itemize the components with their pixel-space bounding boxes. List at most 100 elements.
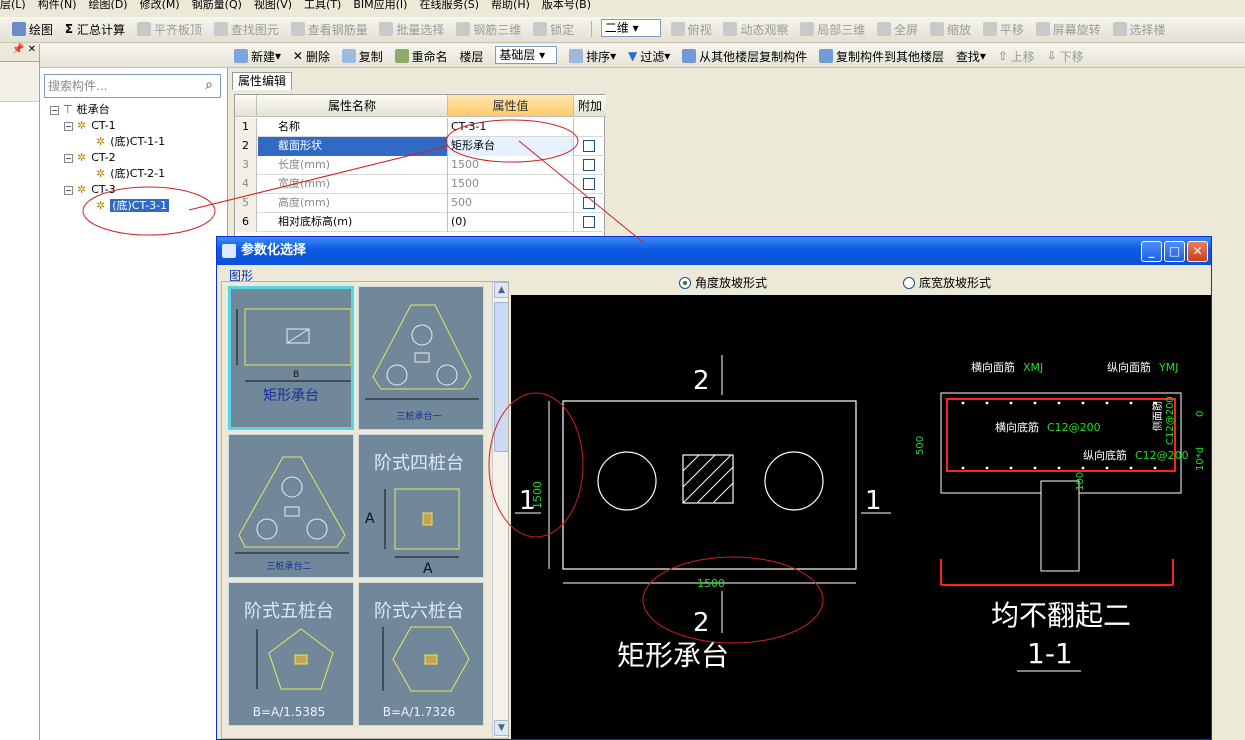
extra-checkbox[interactable] bbox=[583, 140, 595, 152]
copy-to-floor-button[interactable]: 复制构件到其他楼层 bbox=[818, 44, 944, 67]
parametric-select-dialog: 参数化选择 _ □ ✕ 图形 B 矩形承台 三桩承台一 三桩承台二 阶式四桩台 … bbox=[216, 236, 1212, 740]
move-up-button[interactable]: ⇧ 上移 bbox=[998, 44, 1035, 67]
menu-bim[interactable]: BIM应用(I) bbox=[353, 0, 407, 10]
rebar-3d-button[interactable]: 钢筋三维 bbox=[456, 17, 521, 41]
radio-angle-slope[interactable]: 角度放坡形式 bbox=[679, 274, 767, 291]
delete-button[interactable]: ✕ 删除 bbox=[293, 44, 330, 67]
menu-bar: 层(L) 构件(N) 绘图(D) 修改(M) 钢筋量(Q) 视图(V) 工具(T) BIM应用… bbox=[0, 0, 1245, 14]
floor-label: 楼层 bbox=[459, 49, 484, 64]
menu-draw[interactable]: 绘图(D) bbox=[89, 0, 128, 10]
menu-tools[interactable]: 工具(T) bbox=[304, 0, 341, 10]
filter-button[interactable]: ▼ 过滤 ▾ bbox=[628, 44, 670, 67]
label-ymj: YMJ bbox=[1158, 361, 1178, 374]
copy-from-floor-button[interactable]: 从其他楼层复制构件 bbox=[682, 44, 807, 67]
shape-bottom-label: B=A/1.5385 bbox=[252, 705, 326, 719]
extra-checkbox[interactable] bbox=[583, 178, 595, 190]
shape-tile-three-pile-1[interactable]: 三桩承台一 bbox=[358, 286, 484, 430]
flush-button[interactable]: 平齐板顶 bbox=[136, 17, 202, 41]
gear-icon: ✲ bbox=[77, 119, 87, 132]
view-mode-select[interactable]: 二维 ▾ bbox=[600, 19, 661, 37]
sort-button[interactable]: 排序 ▾ bbox=[569, 44, 616, 67]
draw-button[interactable]: 绘图 bbox=[12, 17, 53, 41]
table-row-selected[interactable]: 2 截面形状 矩形承台 bbox=[235, 137, 606, 156]
collapse-icon[interactable]: − bbox=[64, 153, 73, 163]
tree-root[interactable]: − ⊤ 桩承台 bbox=[50, 102, 225, 118]
scroll-down-icon[interactable]: ▼ bbox=[494, 720, 508, 736]
table-row[interactable]: 5 高度(mm) 500 bbox=[235, 194, 606, 213]
table-row[interactable]: 3 长度(mm) 1500 bbox=[235, 156, 606, 175]
tree-child-ct2-1[interactable]: ✲ (底)CT-2-1 bbox=[50, 166, 225, 182]
collapse-icon[interactable]: − bbox=[50, 105, 59, 115]
minimize-button[interactable]: _ bbox=[1141, 241, 1162, 262]
tree-node-ct2[interactable]: − ✲ CT-2 bbox=[50, 150, 225, 166]
table-row[interactable]: 4 宽度(mm) 1500 bbox=[235, 175, 606, 194]
pan-button[interactable]: 平移 bbox=[982, 17, 1024, 41]
extra-checkbox[interactable] bbox=[583, 216, 595, 228]
scroll-up-icon[interactable]: ▲ bbox=[494, 282, 508, 298]
step-five-thumbnail bbox=[256, 628, 334, 690]
gallery-scrollbar[interactable]: ▲ ▼ bbox=[492, 282, 508, 738]
row-number: 5 bbox=[235, 194, 257, 213]
find-element-button[interactable]: 查找图元 bbox=[213, 17, 279, 41]
select-floor-button[interactable]: 选择楼 bbox=[1112, 17, 1166, 41]
menu-online[interactable]: 在线服务(S) bbox=[419, 0, 479, 10]
tree-child-ct3-1[interactable]: ✲ (底)CT-3-1 bbox=[50, 198, 225, 214]
copy-button[interactable]: 复制 bbox=[341, 44, 383, 67]
shape-tile-step-five[interactable]: 阶式五桩台 B=A/1.5385 bbox=[228, 582, 354, 726]
menu-modify[interactable]: 修改(M) bbox=[140, 0, 180, 10]
tree-node-ct1[interactable]: − ✲ CT-1 bbox=[50, 118, 225, 134]
tree-node-ct3[interactable]: − ✲ CT-3 bbox=[50, 182, 225, 198]
rect-cap-thumbnail: B bbox=[236, 308, 352, 382]
dialog-title: 参数化选择 bbox=[241, 243, 307, 258]
menu-view[interactable]: 视图(V) bbox=[254, 0, 292, 10]
collapse-icon[interactable]: − bbox=[64, 121, 73, 131]
lock-button[interactable]: 锁定 bbox=[533, 17, 574, 41]
tree-child-ct1-1[interactable]: ✲ (底)CT-1-1 bbox=[50, 134, 225, 150]
table-row[interactable]: 6 相对底标高(m) (0) bbox=[235, 213, 606, 232]
shape-tile-three-pile-2[interactable]: 三桩承台二 bbox=[228, 434, 354, 578]
batch-select-button[interactable]: 批量选择 bbox=[379, 17, 444, 41]
menu-help[interactable]: 帮助(H) bbox=[491, 0, 530, 10]
find-button[interactable]: 查找 ▾ bbox=[956, 44, 986, 67]
table-row[interactable]: 1 名称 CT-3-1 bbox=[235, 118, 606, 137]
collapse-icon[interactable]: − bbox=[64, 185, 73, 195]
tree-node-label: CT-1 bbox=[91, 119, 116, 132]
new-button[interactable]: 新建 ▾ bbox=[234, 44, 281, 67]
shape-tile-step-six[interactable]: 阶式六桩台 B=A/1.7326 bbox=[358, 582, 484, 726]
menu-floor[interactable]: 层(L) bbox=[0, 0, 26, 10]
maximize-button[interactable]: □ bbox=[1164, 241, 1185, 262]
radio-width-slope[interactable]: 底宽放坡形式 bbox=[903, 274, 991, 291]
rename-button[interactable]: 重命名 bbox=[394, 44, 448, 67]
extra-checkbox[interactable] bbox=[583, 197, 595, 209]
prop-value[interactable]: (0) bbox=[448, 213, 574, 232]
drawing-canvas[interactable]: 2 2 1 1 1500 1500 矩形承台 横向面筋 XMJ 纵向面筋 YMJ… bbox=[511, 295, 1211, 739]
component-search-input[interactable]: 搜索构件... bbox=[44, 74, 221, 98]
menu-version[interactable]: 版本号(B) bbox=[542, 0, 591, 10]
search-icon[interactable]: ⌕ bbox=[198, 75, 220, 97]
shape-tile-step-four[interactable]: 阶式四桩台 A A bbox=[358, 434, 484, 578]
zoom-button[interactable]: 缩放 bbox=[929, 17, 971, 41]
prop-value[interactable]: 1500 bbox=[448, 156, 574, 175]
local-3d-button[interactable]: 局部三维 bbox=[800, 17, 865, 41]
dynamic-view-button[interactable]: 动态观察 bbox=[723, 17, 788, 41]
prop-value[interactable]: CT-3-1 bbox=[448, 118, 574, 137]
rotate-button[interactable]: 屏幕旋转 bbox=[1035, 17, 1101, 41]
sum-button[interactable]: Σ 汇总计算 bbox=[65, 17, 125, 41]
view-rebar-button[interactable]: 查看钢筋量 bbox=[290, 17, 368, 41]
top-view-button[interactable]: 俯视 bbox=[670, 17, 712, 41]
extra-checkbox[interactable] bbox=[583, 159, 595, 171]
shape-tile-rect[interactable]: B 矩形承台 bbox=[228, 286, 354, 430]
move-down-button[interactable]: ⇩ 下移 bbox=[1047, 44, 1084, 67]
floor-select[interactable]: 基础层 ▾ bbox=[495, 46, 558, 64]
prop-value[interactable]: 500 bbox=[448, 194, 574, 213]
top-view-icon bbox=[670, 22, 685, 36]
close-button[interactable]: ✕ bbox=[1187, 241, 1208, 262]
menu-rebar[interactable]: 钢筋量(Q) bbox=[192, 0, 242, 10]
dialog-titlebar[interactable]: 参数化选择 _ □ ✕ bbox=[217, 237, 1211, 265]
fullscreen-button[interactable]: 全屏 bbox=[877, 17, 918, 41]
prop-value[interactable]: 1500 bbox=[448, 175, 574, 194]
menu-component[interactable]: 构件(N) bbox=[38, 0, 77, 10]
prop-value[interactable]: 矩形承台 bbox=[448, 137, 574, 156]
tab-property-edit[interactable]: 属性编辑 bbox=[232, 72, 292, 90]
scroll-thumb[interactable] bbox=[494, 302, 508, 452]
